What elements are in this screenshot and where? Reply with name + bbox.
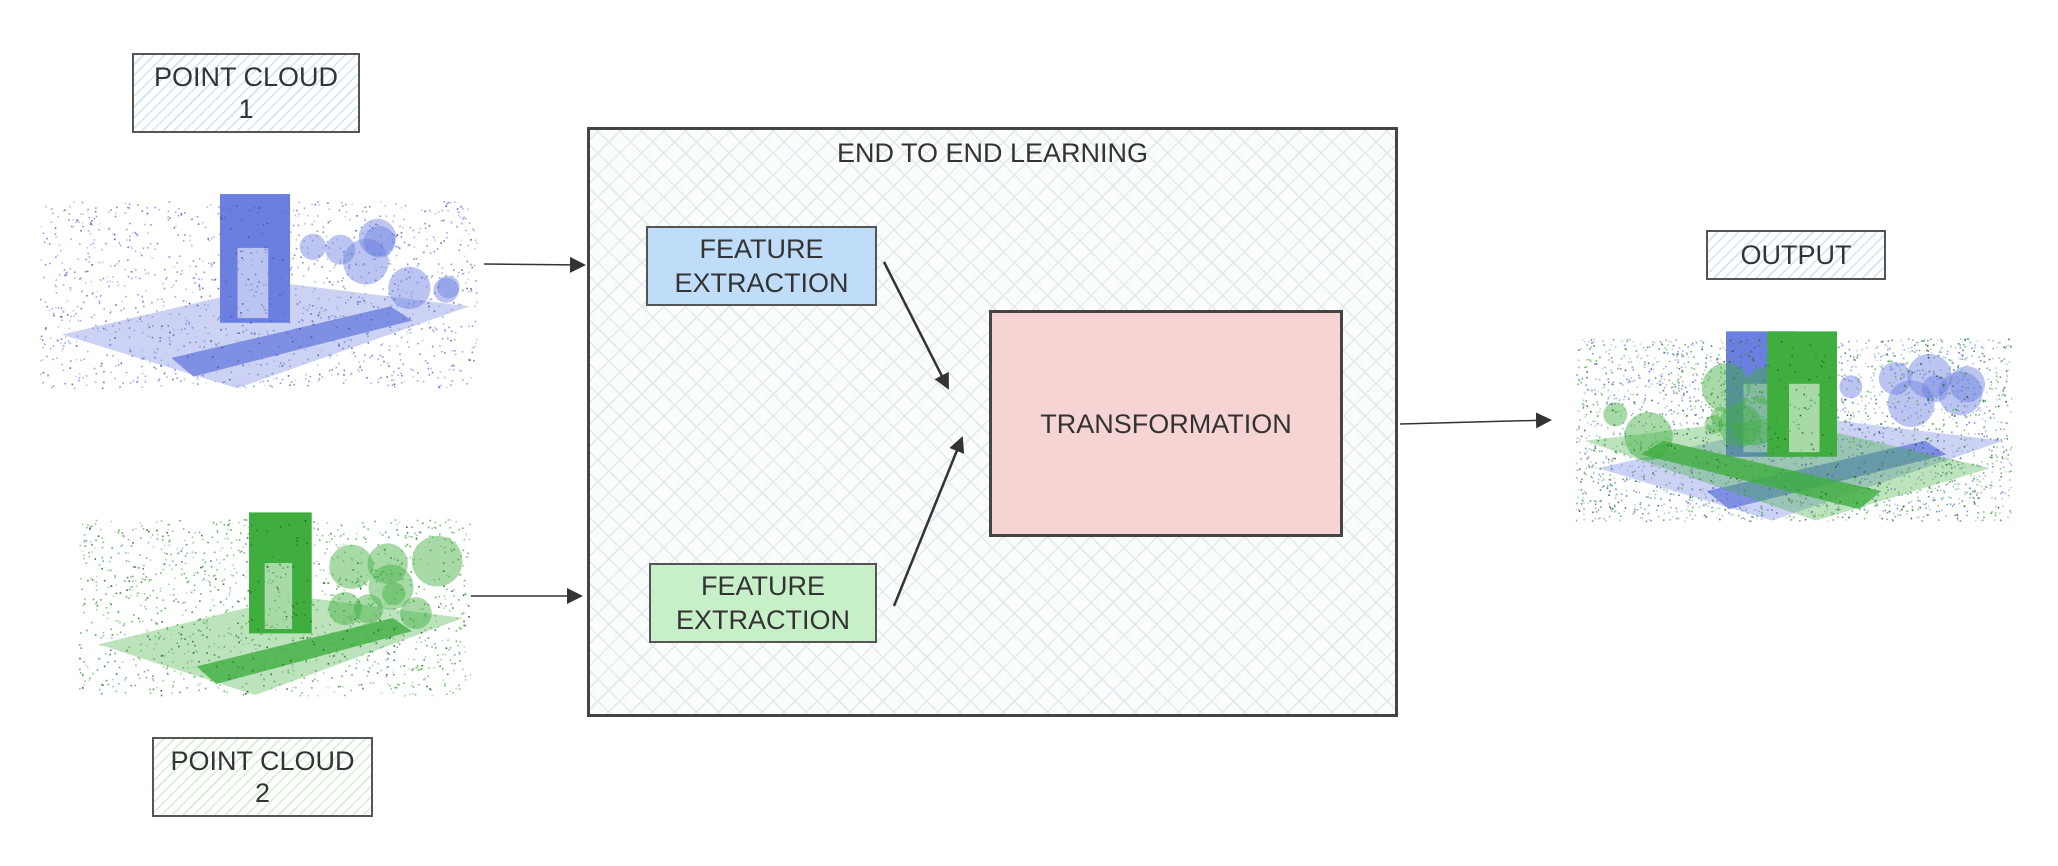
arrow-fe2-to-transformation bbox=[892, 436, 965, 607]
arrow-to-output bbox=[1399, 412, 1552, 429]
arrow-fe1-to-transformation bbox=[882, 261, 950, 390]
arrow-pc1-to-pipeline bbox=[483, 256, 586, 273]
connector-arrows bbox=[471, 256, 1552, 607]
